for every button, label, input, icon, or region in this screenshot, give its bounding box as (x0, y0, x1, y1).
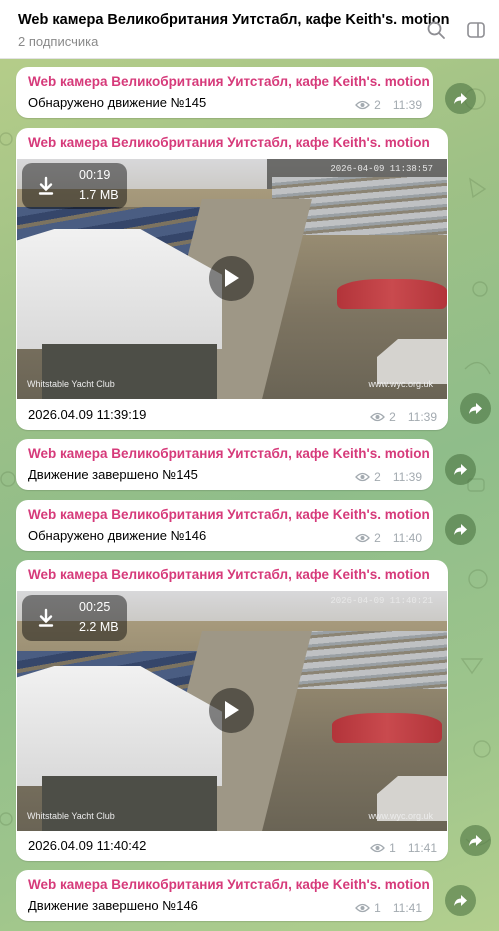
video-size: 1.7 MB (79, 188, 119, 202)
share-icon (469, 403, 482, 414)
message-time: 11:39 (407, 410, 437, 424)
view-count: 2 (374, 470, 381, 484)
camera-url: www.wyc.org.uk (368, 811, 433, 821)
share-icon (454, 524, 467, 535)
message-text: Движение завершено №145 (28, 467, 198, 482)
share-icon (454, 895, 467, 906)
share-icon (454, 93, 467, 104)
video-player[interactable]: 2026-04-09 11:40:21 Whitstable Yacht Clu… (17, 591, 447, 831)
play-button[interactable] (209, 256, 254, 301)
message-meta: 2 11:39 (370, 410, 437, 424)
view-count: 2 (389, 410, 396, 424)
share-button[interactable] (445, 83, 476, 114)
eye-icon (355, 903, 371, 913)
video-size: 2.2 MB (79, 620, 119, 634)
message-author[interactable]: Web камера Великобритания Уитстабл, кафе… (28, 74, 430, 89)
message-text: Обнаружено движение №146 (28, 528, 207, 543)
message-author[interactable]: Web камера Великобритания Уитстабл, кафе… (28, 507, 430, 522)
sidebar-toggle-icon[interactable] (466, 20, 486, 40)
share-button[interactable] (445, 514, 476, 545)
message-time: 11:40 (392, 531, 422, 545)
eye-icon (355, 533, 371, 543)
view-count: 1 (389, 841, 396, 855)
play-icon (225, 269, 239, 287)
eye-icon (355, 472, 371, 482)
camera-timestamp: 2026-04-09 11:38:57 (330, 164, 433, 174)
video-caption: 2026.04.09 11:39:19 (28, 407, 147, 422)
message-time: 11:41 (407, 841, 437, 855)
share-button[interactable] (460, 393, 491, 424)
download-button[interactable]: 00:19 1.7 MB (22, 163, 127, 209)
video-message-bubble[interactable]: Web камера Великобритания Уитстабл, кафе… (16, 560, 448, 861)
download-button[interactable]: 00:25 2.2 MB (22, 595, 127, 641)
play-button[interactable] (209, 688, 254, 733)
message-meta: 1 11:41 (370, 841, 437, 855)
play-icon (225, 701, 239, 719)
message-bubble[interactable]: Web камера Великобритания Уитстабл, кафе… (16, 439, 433, 490)
message-feed[interactable]: Web камера Великобритания Уитстабл, кафе… (0, 59, 499, 931)
message-meta: 2 11:40 (355, 531, 422, 545)
camera-name: Whitstable Yacht Club (27, 811, 115, 821)
share-button[interactable] (445, 885, 476, 916)
video-player[interactable]: 2026-04-09 11:38:57 Whitstable Yacht Clu… (17, 159, 447, 399)
download-icon (38, 608, 54, 627)
message-bubble[interactable]: Web камера Великобритания Уитстабл, кафе… (16, 870, 433, 921)
search-icon[interactable] (426, 20, 446, 40)
message-meta: 1 11:41 (355, 901, 422, 915)
camera-name: Whitstable Yacht Club (27, 379, 115, 389)
message-time: 11:41 (392, 901, 422, 915)
message-time: 11:39 (392, 98, 422, 112)
eye-icon (370, 412, 386, 422)
message-bubble[interactable]: Web камера Великобритания Уитстабл, кафе… (16, 500, 433, 551)
camera-url: www.wyc.org.uk (368, 379, 433, 389)
download-icon (38, 176, 54, 195)
chat-header: Web камера Великобритания Уитстабл, кафе… (0, 0, 499, 59)
share-icon (469, 835, 482, 846)
view-count: 1 (374, 901, 381, 915)
view-count: 2 (374, 531, 381, 545)
video-duration: 00:19 (79, 168, 111, 182)
share-button[interactable] (460, 825, 491, 856)
eye-icon (370, 843, 386, 853)
video-duration: 00:25 (79, 600, 111, 614)
video-caption: 2026.04.09 11:40:42 (28, 838, 147, 853)
share-button[interactable] (445, 454, 476, 485)
video-message-bubble[interactable]: Web камера Великобритания Уитстабл, кафе… (16, 128, 448, 430)
message-author[interactable]: Web камера Великобритания Уитстабл, кафе… (28, 135, 430, 150)
eye-icon (355, 100, 371, 110)
camera-timestamp: 2026-04-09 11:40:21 (330, 596, 433, 606)
message-time: 11:39 (392, 470, 422, 484)
message-author[interactable]: Web камера Великобритания Уитстабл, кафе… (28, 446, 430, 461)
view-count: 2 (374, 98, 381, 112)
subscriber-count: 2 подписчика (18, 34, 99, 49)
channel-title[interactable]: Web камера Великобритания Уитстабл, кафе… (18, 12, 450, 28)
message-meta: 2 11:39 (355, 98, 422, 112)
message-author[interactable]: Web камера Великобритания Уитстабл, кафе… (28, 877, 430, 892)
message-text: Обнаружено движение №145 (28, 95, 207, 110)
message-meta: 2 11:39 (355, 470, 422, 484)
message-text: Движение завершено №146 (28, 898, 198, 913)
message-bubble[interactable]: Web камера Великобритания Уитстабл, кафе… (16, 67, 433, 118)
share-icon (454, 464, 467, 475)
message-author[interactable]: Web камера Великобритания Уитстабл, кафе… (28, 567, 430, 582)
